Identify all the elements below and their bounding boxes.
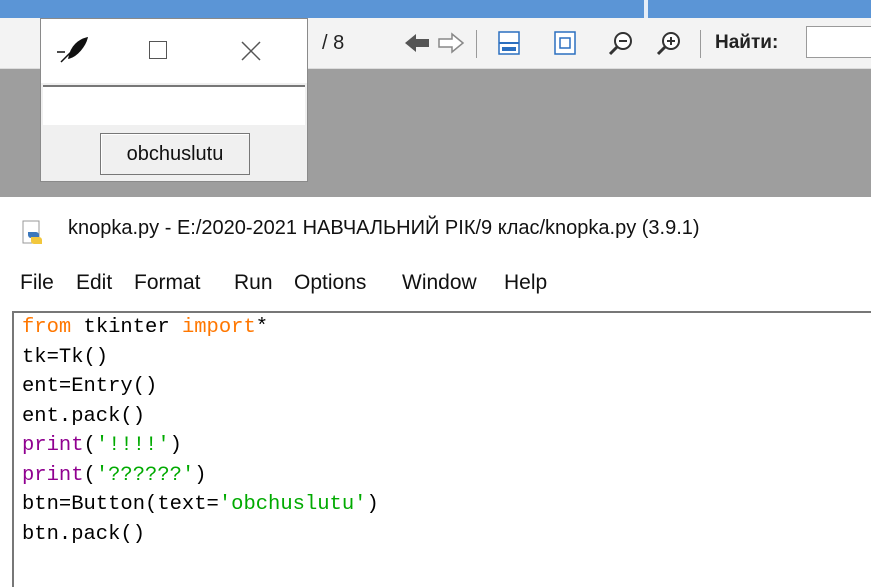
code-token: '!!!!' (95, 434, 170, 457)
code-token: import (181, 316, 256, 339)
code-line: print('??????') (22, 461, 379, 491)
toolbar-separator (700, 30, 701, 58)
code-token: * (255, 316, 269, 339)
obchuslutu-button[interactable]: obchuslutu (100, 133, 250, 175)
menu-help[interactable]: Help (504, 271, 547, 295)
page-count: / 8 (322, 31, 345, 54)
code-token: ) (366, 493, 379, 516)
taskbar-strip (0, 0, 871, 18)
idle-editor-window: knopka.py - E:/2020-2021 НАВЧАЛЬНИЙ РІК/… (0, 197, 871, 587)
code-editor[interactable]: from tkinter import* tk=Tk() ent=Entry() en… (12, 311, 871, 587)
code-token: ent.pack() (22, 404, 146, 428)
code-token: ent=Entry() (22, 375, 158, 398)
idle-titlebar[interactable]: knopka.py - E:/2020-2021 НАВЧАЛЬНИЙ РІК/… (0, 197, 871, 257)
menu-options[interactable]: Options (294, 271, 366, 295)
code-token: from (22, 316, 72, 339)
tk-entry-field[interactable] (43, 85, 305, 125)
code-line: ent.pack() (22, 402, 379, 432)
code-token: print (22, 463, 84, 487)
forward-arrow-icon[interactable] (436, 28, 466, 58)
code-token: btn=Button(text= (22, 493, 219, 516)
code-token: tk=Tk() (22, 345, 109, 369)
back-arrow-icon[interactable] (402, 28, 432, 58)
menu-edit[interactable]: Edit (76, 271, 112, 295)
code-token: ( (83, 463, 96, 487)
idle-window-title: knopka.py - E:/2020-2021 НАВЧАЛЬНИЙ РІК/… (68, 217, 700, 239)
menu-window[interactable]: Window (402, 271, 477, 295)
code-line: from tkinter import* (22, 313, 379, 343)
code-line: tk=Tk() (22, 343, 379, 373)
code-line: btn.pack() (22, 520, 379, 550)
find-input[interactable] (806, 26, 871, 58)
menu-file[interactable]: File (20, 271, 54, 295)
tk-feather-icon (57, 36, 91, 71)
code-token: 'obchuslutu' (218, 493, 367, 516)
code-line: ent=Entry() (22, 372, 379, 402)
code-token: tkinter (71, 316, 182, 339)
menu-format[interactable]: Format (134, 271, 201, 295)
code-token: ) (194, 463, 207, 487)
code-token: ) (169, 434, 182, 457)
code-line: print('!!!!') (22, 431, 379, 461)
taskbar-divider (644, 0, 648, 18)
python-file-icon (20, 220, 46, 246)
toolbar-separator (476, 30, 477, 58)
zoom-out-icon[interactable] (606, 28, 636, 58)
code-token: ( (83, 434, 96, 457)
code-text: from tkinter import* tk=Tk() ent=Entry() en… (22, 313, 379, 549)
code-token: btn.pack() (22, 522, 146, 546)
code-token: '??????' (95, 463, 195, 487)
maximize-icon[interactable] (149, 41, 167, 59)
code-token: print (22, 434, 84, 457)
fit-width-icon[interactable] (494, 28, 524, 58)
code-line: btn=Button(text='obchuslutu') (22, 490, 379, 520)
tk-titlebar[interactable] (41, 19, 307, 83)
menu-run[interactable]: Run (234, 271, 273, 295)
fit-page-icon[interactable] (550, 28, 580, 58)
tk-window: obchuslutu (40, 18, 308, 182)
zoom-in-icon[interactable] (654, 28, 684, 58)
close-icon[interactable] (237, 37, 265, 65)
find-label: Найти: (715, 32, 779, 53)
menubar: File Edit Format Run Options Window Help (0, 263, 871, 307)
